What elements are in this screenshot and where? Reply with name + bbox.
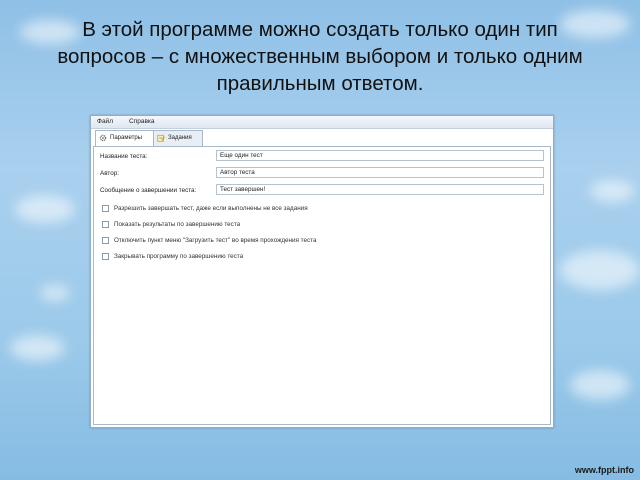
checkbox-label: Отключить пункт меню "Загрузить тест" во…: [114, 237, 317, 244]
settings-panel: Название теста: Еще один тест Автор: Авт…: [93, 146, 551, 425]
finish-message-field[interactable]: Тест завершен!: [216, 184, 544, 195]
checkbox[interactable]: [102, 205, 109, 212]
slide-heading: В этой программе можно создать только од…: [20, 16, 620, 97]
slide-heading-line: вопросов – с множественным выбором и тол…: [57, 45, 583, 68]
menu-file[interactable]: Файл: [97, 118, 113, 125]
cloud: [10, 335, 65, 361]
finish-message-label: Сообщение о завершении теста:: [100, 187, 197, 194]
notepad-icon: [157, 134, 165, 142]
tab-strip: Параметры Задания: [93, 130, 553, 147]
cloud: [590, 180, 635, 202]
cloud: [15, 195, 75, 223]
checkbox[interactable]: [102, 237, 109, 244]
app-window: Файл Справка Параметры Задания Название …: [90, 115, 554, 428]
slide-heading-line: правильным ответом.: [216, 72, 424, 95]
cloud: [560, 250, 640, 290]
checkbox-label: Показать результаты по завершению теста: [114, 221, 241, 228]
slide-heading-line: В этой программе можно создать только од…: [82, 18, 558, 41]
gear-icon: [99, 134, 107, 142]
author-field[interactable]: Автор теста: [216, 167, 544, 178]
checkbox-label: Разрешить завершать тест, даже если выпо…: [114, 205, 308, 212]
tab-tasks[interactable]: Задания: [153, 130, 203, 146]
cloud: [570, 370, 630, 400]
author-label: Автор:: [100, 170, 119, 177]
test-name-label: Название теста:: [100, 153, 148, 160]
menu-help[interactable]: Справка: [129, 118, 155, 125]
checkbox-label: Закрывать программу по завершению теста: [114, 253, 244, 260]
menu-bar: Файл Справка: [91, 116, 553, 129]
checkbox[interactable]: [102, 253, 109, 260]
tab-tasks-label: Задания: [168, 135, 192, 141]
cloud: [40, 285, 70, 301]
site-watermark: www.fppt.info: [574, 465, 634, 475]
checkbox[interactable]: [102, 221, 109, 228]
tab-parameters[interactable]: Параметры: [95, 130, 155, 147]
test-name-field[interactable]: Еще один тест: [216, 150, 544, 161]
tab-parameters-label: Параметры: [110, 135, 142, 141]
